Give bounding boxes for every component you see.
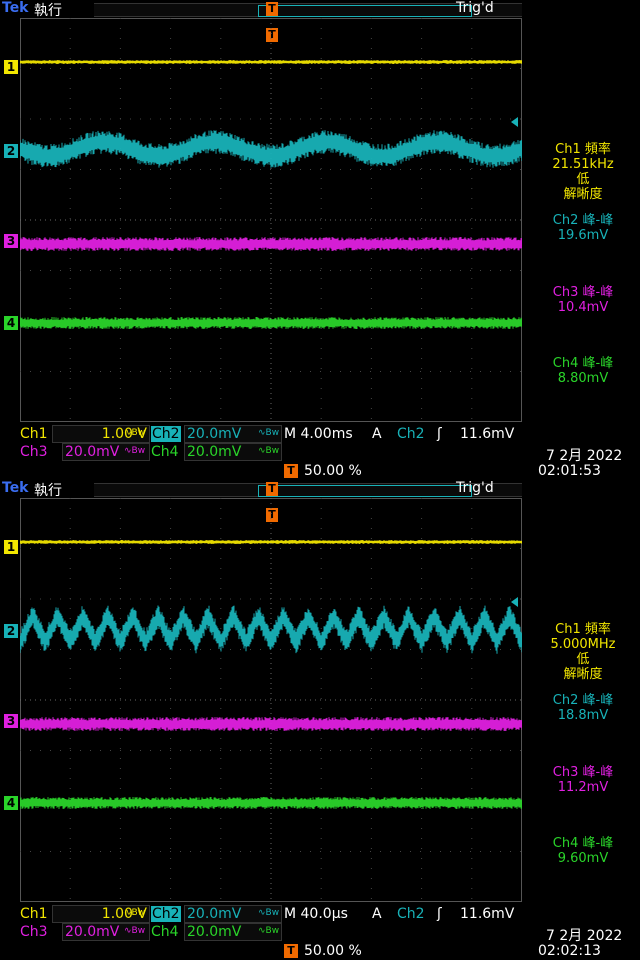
trigger-slope-icon[interactable]: ʃ (437, 426, 442, 442)
ch4-label[interactable]: Ch4 (151, 444, 179, 460)
ch3-marker[interactable]: 3 (4, 234, 18, 248)
trigger-level-icon (511, 117, 518, 127)
trigger-level-icon (511, 597, 518, 607)
trigger-position-marker-icon: T (284, 944, 298, 958)
status-bar: Tek 執行 T Trig'd (0, 0, 640, 19)
ch1-low-label: 低 (576, 652, 590, 667)
ch3-label[interactable]: Ch3 (20, 444, 48, 460)
ch4-marker[interactable]: 4 (4, 796, 18, 810)
ch3-pk-pk-title: Ch3 峰-峰 (552, 765, 614, 780)
ch3-pk-pk-title: Ch3 峰-峰 (552, 285, 614, 300)
brand-logo: Tek (2, 480, 29, 496)
ch4-pk-pk-readout: Ch4 峰-峰 8.80mV (526, 356, 640, 386)
record-view-window (258, 5, 472, 17)
ch2-pk-pk-title: Ch2 峰-峰 (552, 693, 614, 708)
ch1-frequency-title: Ch1 頻率 (555, 622, 611, 637)
ch4-pk-pk-value: 8.80mV (557, 371, 609, 386)
trigger-position[interactable]: 50.00 % (304, 463, 362, 479)
ch1-frequency-value: 21.51kHz (552, 157, 614, 172)
ch1-frequency-readout: Ch1 頻率 5.000MHz 低 解晰度 (526, 622, 640, 682)
trigger-position-icon: T (266, 482, 278, 496)
waveform-graticule (20, 18, 522, 422)
trigger-source[interactable]: Ch2 (397, 906, 425, 922)
trigger-position[interactable]: 50.00 % (304, 943, 362, 959)
ch3-pk-pk-readout: Ch3 峰-峰 10.4mV (526, 285, 640, 315)
ch4-marker[interactable]: 4 (4, 316, 18, 330)
ch2-trace (20, 130, 522, 168)
ch3-trace (20, 717, 522, 731)
ch4-label[interactable]: Ch4 (151, 924, 179, 940)
waveform-graticule (20, 498, 522, 902)
ch1-label[interactable]: Ch1 (20, 426, 48, 442)
ch2-label[interactable]: Ch2 (151, 426, 181, 442)
date: 7 2月 2022 (546, 448, 623, 464)
ch1-trace (20, 60, 522, 64)
ch4-bw-icon: ∿Bw (258, 926, 280, 936)
ch1-label[interactable]: Ch1 (20, 906, 48, 922)
trigger-position-marker-icon: T (284, 464, 298, 478)
ch2-marker[interactable]: 2 (4, 144, 18, 158)
time: 02:01:53 (538, 463, 601, 479)
ch2-bw-icon: ∿Bw (258, 908, 280, 918)
ch1-frequency-readout: Ch1 頻率 21.51kHz 低 解晰度 (526, 142, 640, 202)
ch4-pk-pk-readout: Ch4 峰-峰 9.60mV (526, 836, 640, 866)
ch2-pk-pk-value: 19.6mV (557, 228, 609, 243)
ch2-marker[interactable]: 2 (4, 624, 18, 638)
graticule-lines (20, 18, 522, 422)
ch3-pk-pk-readout: Ch3 峰-峰 11.2mV (526, 765, 640, 795)
ch3-pk-pk-value: 10.4mV (557, 300, 609, 315)
brand-logo: Tek (2, 0, 29, 16)
ch2-pk-pk-readout: Ch2 峰-峰 18.8mV (526, 693, 640, 723)
trigger-position-icon: T (266, 2, 278, 16)
date: 7 2月 2022 (546, 928, 623, 944)
oscilloscope-screen-2: Tek 執行 T Trig'd T 1 2 3 4 Ch1 頻率 5.000MH… (0, 480, 640, 960)
oscilloscope-screen-1: Tek 執行 T Trig'd T 1 2 3 4 Ch1 頻率 21.51kH… (0, 0, 640, 480)
acquisition-mode: 執行 (34, 3, 62, 19)
ch2-pk-pk-readout: Ch2 峰-峰 19.6mV (526, 213, 640, 243)
ch3-pk-pk-value: 11.2mV (557, 780, 609, 795)
ch4-pk-pk-title: Ch4 峰-峰 (552, 356, 614, 371)
ch2-label[interactable]: Ch2 (151, 906, 181, 922)
record-view-window (258, 485, 472, 497)
trigger-source[interactable]: Ch2 (397, 426, 425, 442)
ch1-marker[interactable]: 1 (4, 60, 18, 74)
timebase[interactable]: M 4.00ms (284, 426, 353, 442)
trigger-status: Trig'd (456, 480, 494, 496)
acquisition-mode: 執行 (34, 483, 62, 499)
ch1-frequency-title: Ch1 頻率 (555, 142, 611, 157)
ch1-low-label: 低 (576, 172, 590, 187)
ch2-pk-pk-title: Ch2 峰-峰 (552, 213, 614, 228)
ch1-bw-icon: ∿Bw (124, 908, 146, 918)
ch2-pk-pk-value: 18.8mV (557, 708, 609, 723)
ch1-frequency-value: 5.000MHz (550, 637, 616, 652)
trigger-level[interactable]: 11.6mV (460, 906, 514, 922)
ch2-bw-icon: ∿Bw (258, 428, 280, 438)
ch4-pk-pk-title: Ch4 峰-峰 (552, 836, 614, 851)
ch3-bw-icon: ∿Bw (124, 926, 146, 936)
trigger-level[interactable]: 11.6mV (460, 426, 514, 442)
ch1-marker[interactable]: 1 (4, 540, 18, 554)
time: 02:02:13 (538, 943, 601, 959)
ch2-trace (20, 605, 522, 654)
trigger-mode[interactable]: A (372, 426, 382, 442)
ch3-bw-icon: ∿Bw (124, 446, 146, 456)
ch4-trace (20, 797, 522, 809)
trigger-slope-icon[interactable]: ʃ (437, 906, 442, 922)
ch1-resolution-label: 解晰度 (563, 187, 603, 202)
ch3-label[interactable]: Ch3 (20, 924, 48, 940)
trigger-status: Trig'd (456, 0, 494, 16)
ch4-pk-pk-value: 9.60mV (557, 851, 609, 866)
trigger-mode[interactable]: A (372, 906, 382, 922)
graticule-lines (20, 498, 522, 902)
ch3-marker[interactable]: 3 (4, 714, 18, 728)
status-bar: Tek 執行 T Trig'd (0, 480, 640, 499)
ch1-resolution-label: 解晰度 (563, 667, 603, 682)
timebase[interactable]: M 40.0µs (284, 906, 348, 922)
ch1-bw-icon: ∿Bw (124, 428, 146, 438)
ch4-bw-icon: ∿Bw (258, 446, 280, 456)
